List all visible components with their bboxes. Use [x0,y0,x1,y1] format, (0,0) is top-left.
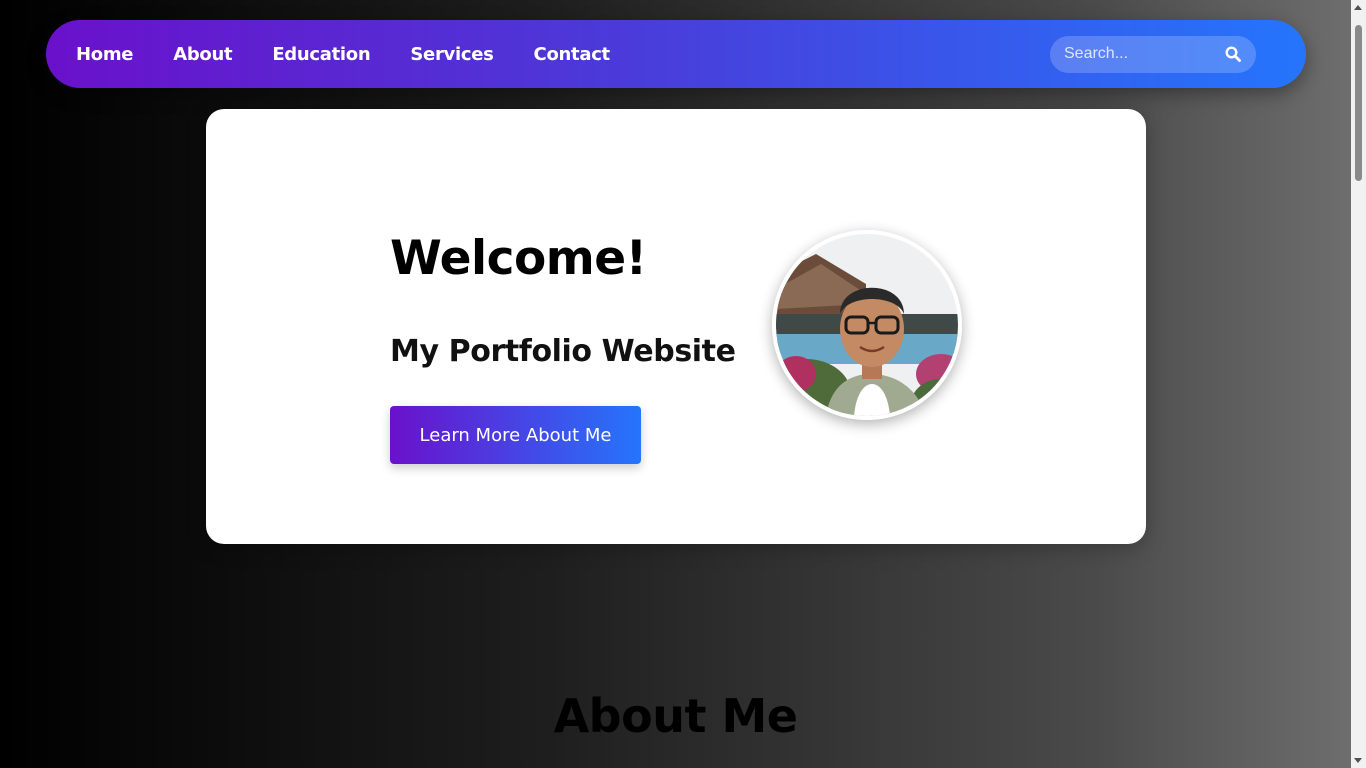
hero-subtitle: My Portfolio Website [390,334,736,369]
hero-title: Welcome! [390,231,647,286]
hero-card: Welcome! My Portfolio Website Learn More… [206,109,1146,544]
learn-more-button[interactable]: Learn More About Me [390,406,641,464]
nav-link-services[interactable]: Services [410,44,493,65]
avatar-photo [776,234,958,416]
search-box [1050,35,1256,73]
nav-link-about[interactable]: About [173,44,232,65]
navbar: Home About Education Services Contact [46,20,1306,88]
about-heading: About Me [553,689,798,743]
nav-link-education[interactable]: Education [272,44,370,65]
scroll-up-arrow-icon[interactable] [1354,5,1362,10]
nav-link-contact[interactable]: Contact [534,44,611,65]
vertical-scrollbar[interactable] [1351,0,1366,768]
nav-link-home[interactable]: Home [76,44,134,65]
nav-links: Home About Education Services Contact [76,44,610,65]
hero-text: Welcome! My Portfolio Website [390,229,770,369]
avatar [772,230,962,420]
search-icon[interactable] [1224,45,1242,63]
page: Home About Education Services Contact We… [0,0,1351,768]
scroll-down-arrow-icon[interactable] [1354,758,1362,763]
scrollbar-thumb[interactable] [1355,25,1362,181]
search-input[interactable] [1064,45,1224,63]
